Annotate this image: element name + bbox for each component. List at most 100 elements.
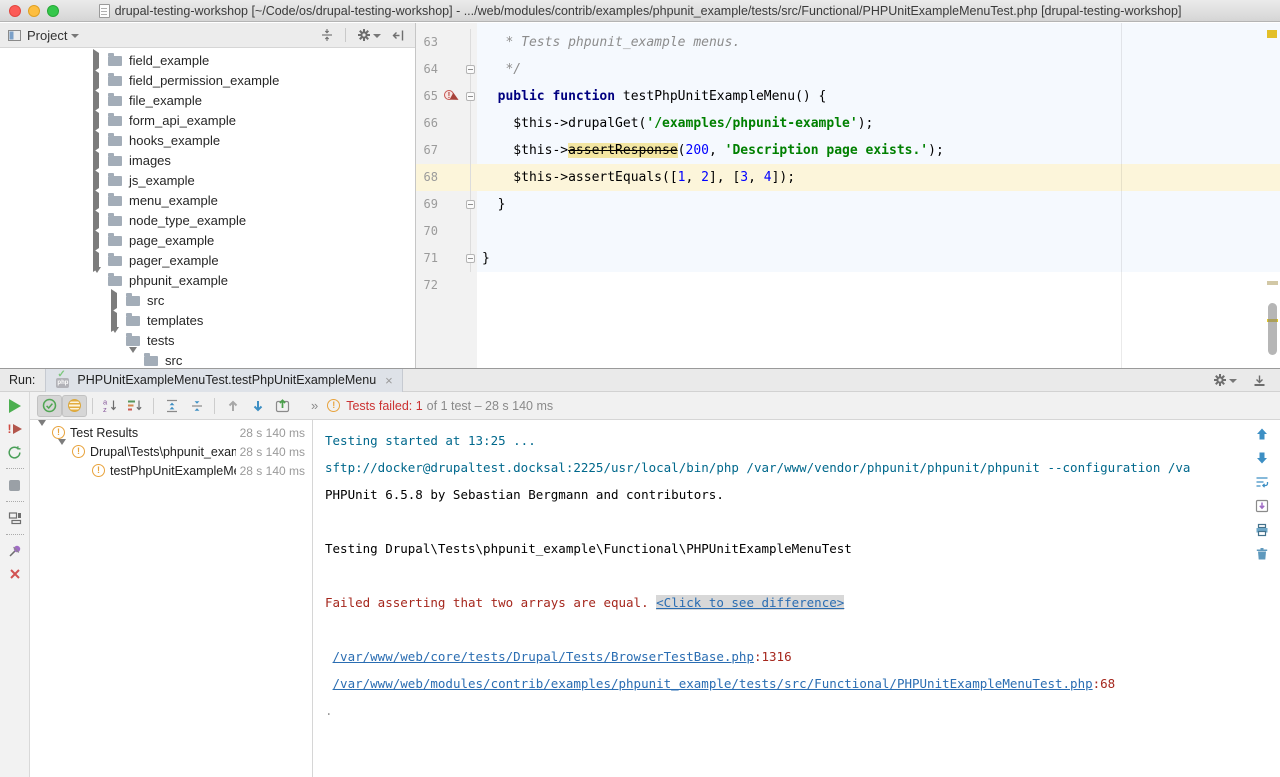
minimize-window-button[interactable] [28, 5, 40, 17]
print-button[interactable] [1251, 519, 1273, 541]
console-link[interactable]: <Click to see difference> [656, 595, 844, 610]
chevron-collapsed-icon[interactable] [93, 73, 103, 88]
chevron-expanded-icon[interactable] [58, 445, 68, 459]
rerun-button[interactable] [5, 396, 25, 416]
line-number[interactable]: 65 [416, 83, 442, 110]
chevron-expanded-icon[interactable] [93, 273, 103, 288]
next-failed-test-button[interactable] [245, 395, 270, 417]
editor-line-63[interactable]: 63 * Tests phpunit_example menus. [416, 29, 1280, 56]
line-number[interactable]: 68 [416, 164, 442, 191]
toggle-auto-test-button[interactable] [5, 442, 25, 462]
code-line-text[interactable]: */ [477, 56, 1280, 83]
show-passed-button[interactable] [37, 395, 62, 417]
tree-item-file_example[interactable]: file_example [0, 90, 415, 110]
chevron-collapsed-icon[interactable] [93, 153, 103, 168]
project-view-dropdown-icon[interactable] [71, 34, 79, 38]
scroll-up-button[interactable] [1251, 423, 1273, 445]
code-line-text[interactable]: $this->assertResponse(200, 'Description … [477, 137, 1280, 164]
zoom-window-button[interactable] [47, 5, 59, 17]
line-number[interactable]: 70 [416, 218, 442, 245]
code-line-text[interactable]: } [477, 245, 1280, 272]
previous-failed-test-button[interactable] [220, 395, 245, 417]
fold-marker-icon[interactable] [466, 200, 475, 209]
hide-panel-icon[interactable] [1253, 374, 1266, 387]
tree-item-images[interactable]: images [0, 150, 415, 170]
project-panel-title[interactable]: Project [27, 28, 67, 43]
stop-button[interactable] [5, 475, 25, 495]
code-editor[interactable]: 63 * Tests phpunit_example menus.64 */65… [416, 23, 1280, 368]
console-link[interactable]: /var/www/web/modules/contrib/examples/ph… [333, 676, 1093, 691]
test-tree-row-0[interactable]: !Test Results28 s 140 ms [30, 423, 312, 442]
scroll-to-end-button[interactable] [1251, 495, 1273, 517]
code-line-text[interactable]: } [477, 191, 1280, 218]
failed-test-gutter-icon[interactable]: ! [444, 90, 458, 103]
hide-panel-icon[interactable] [392, 29, 405, 42]
code-line-text[interactable] [477, 218, 1280, 245]
tree-item-pager_example[interactable]: pager_example [0, 250, 415, 270]
tree-item-tests[interactable]: tests [0, 330, 415, 350]
tree-item-form_api_example[interactable]: form_api_example [0, 110, 415, 130]
show-ignored-button[interactable] [62, 395, 87, 417]
chevron-collapsed-icon[interactable] [93, 113, 103, 128]
chevron-collapsed-icon[interactable] [93, 173, 103, 188]
test-tree-row-2[interactable]: !testPhpUnitExampleMenu28 s 140 ms [30, 461, 312, 480]
collapse-all-icon[interactable] [320, 28, 334, 42]
pin-tab-button[interactable] [5, 541, 25, 561]
project-settings-button[interactable] [357, 28, 381, 42]
chevron-collapsed-icon[interactable] [93, 213, 103, 228]
editor-line-71[interactable]: 71} [416, 245, 1280, 272]
error-stripe-indicator[interactable] [1267, 30, 1277, 38]
chevron-collapsed-icon[interactable] [93, 133, 103, 148]
line-number[interactable]: 69 [416, 191, 442, 218]
editor-line-68[interactable]: 68 $this->assertEquals([1, 2], [3, 4]); [416, 164, 1280, 191]
code-line-text[interactable]: $this->assertEquals([1, 2], [3, 4]); [477, 164, 1280, 191]
sort-by-duration-button[interactable] [123, 395, 148, 417]
tree-item-menu_example[interactable]: menu_example [0, 190, 415, 210]
chevron-collapsed-icon[interactable] [93, 233, 103, 248]
tree-item-src[interactable]: src [0, 290, 415, 310]
editor-line-65[interactable]: 65! public function testPhpUnitExampleMe… [416, 83, 1280, 110]
rerun-failed-tests-button[interactable]: ! [5, 419, 25, 439]
run-settings-button[interactable] [1213, 373, 1237, 387]
soft-wrap-button[interactable] [1251, 471, 1273, 493]
close-window-button[interactable] [9, 5, 21, 17]
tree-item-templates[interactable]: templates [0, 310, 415, 330]
code-line-text[interactable]: $this->drupalGet('/examples/phpunit-exam… [477, 110, 1280, 137]
tree-item-hooks_example[interactable]: hooks_example [0, 130, 415, 150]
line-number[interactable]: 71 [416, 245, 442, 272]
scroll-down-button[interactable] [1251, 447, 1273, 469]
test-console-output[interactable]: Testing started at 13:25 ...sftp://docke… [313, 420, 1280, 777]
line-number[interactable]: 63 [416, 29, 442, 56]
close-tab-icon[interactable]: × [385, 374, 393, 387]
scrollbar-thumb[interactable] [1268, 303, 1277, 355]
fold-marker-icon[interactable] [466, 92, 475, 101]
error-stripe-mark[interactable] [1267, 281, 1278, 285]
chevron-expanded-icon[interactable] [38, 426, 48, 440]
editor-line-64[interactable]: 64 */ [416, 56, 1280, 83]
editor-line-70[interactable]: 70 [416, 218, 1280, 245]
console-link[interactable]: /var/www/web/core/tests/Drupal/Tests/Bro… [333, 649, 754, 664]
tree-item-page_example[interactable]: page_example [0, 230, 415, 250]
chevron-collapsed-icon[interactable] [93, 53, 103, 68]
tree-item-field_example[interactable]: field_example [0, 50, 415, 70]
code-line-text[interactable]: * Tests phpunit_example menus. [477, 29, 1280, 56]
chevron-collapsed-icon[interactable] [93, 253, 103, 268]
test-tree-row-1[interactable]: !Drupal\Tests\phpunit_example\Functional… [30, 442, 312, 461]
tree-item-phpunit_example[interactable]: phpunit_example [0, 270, 415, 290]
line-number[interactable]: 66 [416, 110, 442, 137]
code-line-text[interactable]: public function testPhpUnitExampleMenu()… [477, 83, 1280, 110]
chevron-expanded-icon[interactable] [111, 333, 121, 348]
editor-line-67[interactable]: 67 $this->assertResponse(200, 'Descripti… [416, 137, 1280, 164]
tree-item-field_permission_example[interactable]: field_permission_example [0, 70, 415, 90]
more-actions-icon[interactable]: » [311, 398, 318, 413]
fold-marker-icon[interactable] [466, 254, 475, 263]
expand-all-button[interactable] [159, 395, 184, 417]
editor-line-66[interactable]: 66 $this->drupalGet('/examples/phpunit-e… [416, 110, 1280, 137]
editor-line-69[interactable]: 69 } [416, 191, 1280, 218]
clear-console-button[interactable] [1251, 543, 1273, 565]
tree-item-node_type_example[interactable]: node_type_example [0, 210, 415, 230]
chevron-collapsed-icon[interactable] [93, 193, 103, 208]
restore-layout-button[interactable] [5, 508, 25, 528]
run-configuration-tab[interactable]: ✓ php PHPUnitExampleMenuTest.testPhpUnit… [45, 369, 402, 392]
line-number[interactable]: 64 [416, 56, 442, 83]
